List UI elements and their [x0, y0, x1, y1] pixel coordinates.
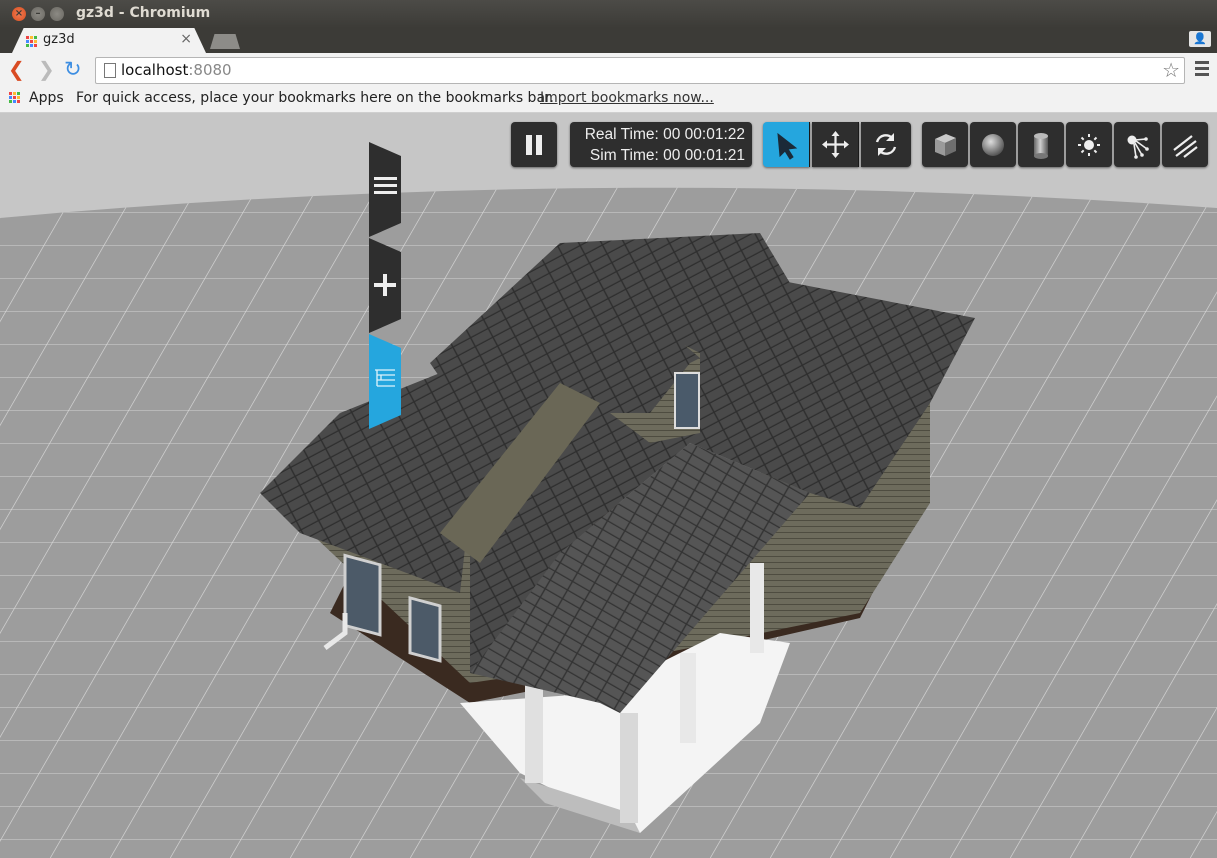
insert-box-button[interactable] — [922, 122, 968, 167]
hamburger-menu-icon[interactable] — [1195, 61, 1209, 79]
insert-sphere-button[interactable] — [970, 122, 1016, 167]
side-insert-button[interactable] — [369, 238, 401, 333]
sim-time-label: Sim Time: 00 00:01:21 — [589, 147, 745, 164]
insert-cylinder-button[interactable] — [1018, 122, 1064, 167]
address-bar[interactable]: localhost:8080 ☆ — [95, 57, 1185, 84]
back-arrow-icon[interactable]: ❮ — [8, 59, 25, 79]
new-tab-button[interactable] — [210, 34, 240, 49]
tab-close-icon[interactable]: × — [180, 31, 192, 47]
tab-strip: gz3d × 👤 — [0, 28, 1217, 53]
bookmarks-bar: Apps For quick access, place your bookma… — [0, 87, 1217, 113]
pause-button[interactable] — [511, 122, 557, 167]
side-menu-button[interactable] — [369, 142, 401, 237]
profile-icon[interactable]: 👤 — [1189, 31, 1211, 47]
real-time-label: Real Time: 00 00:01:22 — [584, 126, 745, 143]
bookmarks-hint: For quick access, place your bookmarks h… — [76, 90, 554, 106]
address-port: :8080 — [188, 61, 232, 79]
window-maximize-button[interactable] — [50, 7, 64, 21]
directional-light-icon — [1173, 135, 1198, 158]
apps-grid-icon — [26, 36, 37, 47]
tree-list-icon — [369, 334, 401, 429]
browser-toolbar: ❮ ❯ ↻ localhost:8080 ☆ — [0, 53, 1217, 87]
sun-icon — [1078, 134, 1100, 156]
select-mode-button[interactable] — [763, 122, 810, 167]
sphere-icon — [982, 134, 1004, 156]
move-arrows-icon — [822, 131, 849, 158]
apps-link[interactable]: Apps — [29, 90, 64, 106]
spotlight-icon — [1127, 135, 1149, 159]
star-icon[interactable]: ☆ — [1162, 58, 1180, 82]
window-titlebar: × – gz3d - Chromium — [0, 0, 1217, 28]
side-tree-button[interactable] — [369, 334, 401, 429]
hamburger-icon — [369, 142, 401, 237]
window-minimize-button[interactable]: – — [31, 7, 45, 21]
rotate-mode-button[interactable] — [861, 122, 911, 167]
tab-label: gz3d — [43, 32, 75, 47]
translate-mode-button[interactable] — [812, 122, 859, 167]
rotate-icon — [875, 133, 897, 156]
sim-clock: Real Time: 00 00:01:22 Sim Time: 00 00:0… — [570, 122, 752, 167]
cube-icon — [935, 134, 956, 156]
window-title: gz3d - Chromium — [76, 5, 211, 21]
cursor-arrow-icon — [777, 132, 798, 160]
plus-icon — [369, 238, 401, 333]
scene-canvas[interactable] — [0, 113, 1217, 858]
insert-point-light-button[interactable] — [1066, 122, 1112, 167]
apps-icon[interactable] — [9, 92, 20, 103]
window-close-button[interactable]: × — [12, 7, 26, 21]
address-url[interactable]: localhost:8080 — [121, 61, 232, 79]
tab-gz3d[interactable]: gz3d × — [12, 28, 206, 53]
reload-icon[interactable]: ↻ — [64, 59, 82, 80]
forward-arrow-icon[interactable]: ❯ — [38, 59, 55, 79]
insert-directional-light-button[interactable] — [1162, 122, 1208, 167]
insert-spot-light-button[interactable] — [1114, 122, 1160, 167]
address-host: localhost — [121, 61, 189, 79]
scene-viewport[interactable]: Real Time: 00 00:01:22 Sim Time: 00 00:0… — [0, 113, 1217, 858]
cylinder-icon — [1034, 133, 1048, 159]
page-icon — [104, 63, 116, 78]
import-bookmarks-link[interactable]: Import bookmarks now... — [540, 90, 714, 106]
